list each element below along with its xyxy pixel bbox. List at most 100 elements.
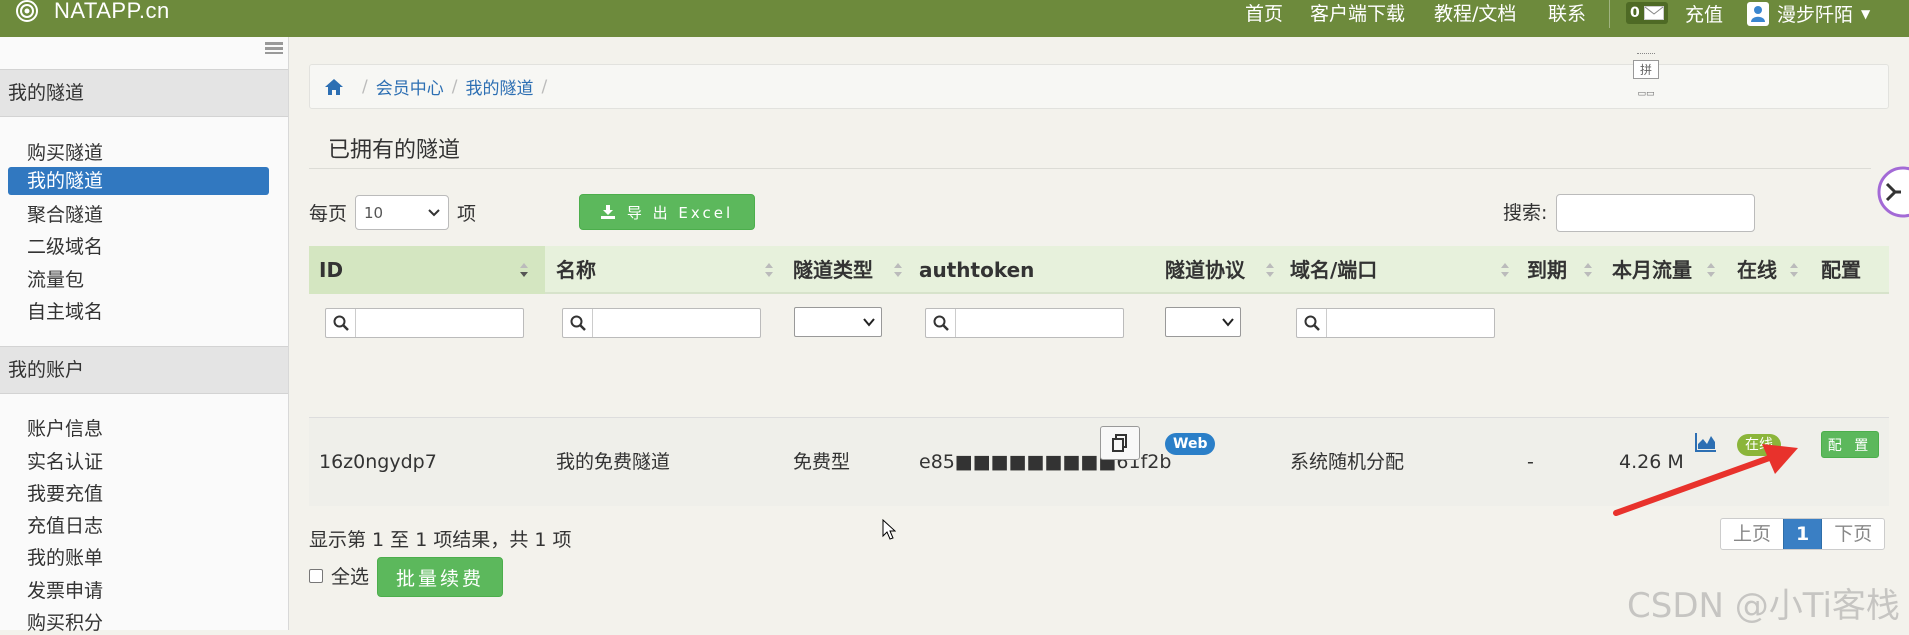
cell-type: 免费型 [793,451,851,473]
chevron-down-icon [1222,318,1234,327]
nav-home[interactable]: 首页 [1245,0,1283,25]
column-header-authtoken-label: authtoken [919,258,1035,282]
filter-type-select[interactable] [794,307,882,337]
column-header-name-label: 名称 [556,258,596,282]
filter-domain-input[interactable] [1296,308,1495,338]
column-header-type-label: 隧道类型 [793,258,873,282]
sidebar-item-account-info[interactable]: 账户信息 [27,414,103,441]
per-page-prefix: 每页 [309,203,348,225]
logo-text: NATAPP.cn [54,0,170,23]
column-header-config-label: 配置 [1821,258,1861,282]
sidebar-item-buy-points[interactable]: 购买积分 [27,608,103,635]
config-button[interactable]: 配 置 [1821,431,1879,458]
nav-client-download-label: 客户端下载 [1310,2,1406,25]
page-1-button[interactable]: 1 [1783,519,1823,549]
pinyin-tool[interactable]: 拼 ▭▭ [1633,53,1659,105]
column-header-online[interactable]: 在线 [1737,246,1807,294]
search-icon [326,309,356,337]
sidebar-item-subdomain[interactable]: 二级域名 [27,232,103,259]
nav-contact[interactable]: 联系 [1548,0,1586,25]
sort-icon [1266,263,1274,277]
column-header-domain[interactable]: 域名/端口 [1290,246,1520,294]
column-header-online-label: 在线 [1737,258,1777,282]
chevron-down-icon [863,318,875,327]
batch-renew-button[interactable]: 批量续费 [377,557,503,597]
column-header-domain-label: 域名/端口 [1290,258,1378,282]
column-header-expire[interactable]: 到期 [1527,246,1603,294]
sidebar-section-account[interactable]: 我的账户 [0,346,288,394]
sidebar-item-buy-tunnel[interactable]: 购买隧道 [27,138,103,165]
prev-page-button[interactable]: 上页 [1721,519,1783,549]
search-icon [926,309,956,337]
table-info: 显示第 1 至 1 项结果，共 1 项 [309,529,572,551]
sort-icon [1707,263,1715,277]
select-all-checkbox[interactable] [309,568,323,583]
breadcrumb-divider: / [451,76,458,97]
recharge-link[interactable]: 充值 [1685,0,1723,27]
filter-authtoken-input[interactable] [925,308,1124,338]
search-icon [1297,309,1327,337]
sidebar-item-verification[interactable]: 实名认证 [27,447,103,474]
column-header-traffic[interactable]: 本月流量 [1612,246,1722,294]
cell-expire: - [1527,451,1534,473]
column-header-id[interactable]: ID [309,246,545,294]
collapse-menu-icon[interactable] [265,41,283,55]
user-icon [1747,1,1769,26]
sidebar-item-recharge[interactable]: 我要充值 [27,479,103,506]
user-menu[interactable]: 漫步阡陌 ▼ [1747,0,1870,27]
sidebar-item-bills[interactable]: 我的账单 [27,543,103,570]
filter-protocol-select[interactable] [1165,307,1241,337]
export-excel-label: 导 出 Excel [626,203,734,222]
sidebar-item-recharge-log[interactable]: 充值日志 [27,511,103,538]
sidebar-item-invoice[interactable]: 发票申请 [27,576,103,603]
per-page-select[interactable]: 10 [355,195,450,230]
column-header-authtoken[interactable]: authtoken [919,246,1159,294]
search-label: 搜索: [1503,202,1548,224]
floating-assistant-icon[interactable] [1875,166,1909,218]
sort-icon [1790,263,1798,277]
envelope-icon [1643,6,1664,20]
sidebar-item-aggregate-tunnel[interactable]: 聚合隧道 [27,200,103,227]
sidebar-item-custom-domain[interactable]: 自主域名 [27,297,103,324]
breadcrumb-member-center[interactable]: 会员中心 [376,74,444,99]
chevron-down-icon [428,208,440,216]
column-header-type[interactable]: 隧道类型 [793,246,913,294]
protocol-badge: Web [1165,433,1216,455]
message-button[interactable]: 0 [1626,2,1668,24]
sidebar-section-tunnels[interactable]: 我的隧道 [0,69,288,117]
page-title: 已拥有的隧道 [328,138,461,163]
copy-icon [1112,434,1127,452]
column-header-protocol[interactable]: 隧道协议 [1165,246,1283,294]
breadcrumb-my-tunnel[interactable]: 我的隧道 [465,74,533,99]
export-excel-button[interactable]: 导 出 Excel [579,194,755,230]
filter-id-input[interactable] [325,308,524,338]
logo-icon [16,0,38,22]
copy-authtoken-button[interactable] [1100,426,1140,460]
logo[interactable]: NATAPP.cn [10,0,170,23]
nav-client-download[interactable]: 客户端下载 [1310,0,1406,25]
per-page-suffix: 项 [457,203,477,225]
select-all-label: 全选 [331,566,370,588]
home-icon[interactable] [324,78,344,96]
sidebar-item-traffic-pack[interactable]: 流量包 [27,265,84,292]
pinyin-sub-icon: ▭▭ [1637,89,1655,99]
next-page-button[interactable]: 下页 [1822,519,1884,549]
column-header-id-label: ID [319,258,344,282]
nav-docs-label: 教程/文档 [1434,2,1517,25]
select-all[interactable]: 全选 [309,562,369,589]
sidebar-item-my-tunnel[interactable]: 我的隧道 [8,167,269,195]
search-input[interactable] [1556,194,1755,232]
table-header: ID 名称 隧道类型 authtoken 隧道协议 域名/端口 到期 本月流量 … [309,246,1889,294]
filter-name-input[interactable] [562,308,761,338]
title-divider [309,168,1871,169]
username: 漫步阡陌 [1777,4,1854,26]
sort-desc-icon [520,263,528,277]
breadcrumb-divider: / [362,76,368,97]
nav-divider [1609,0,1610,28]
per-page-control: 每页 10 项 [309,195,476,230]
watermark: CSDN @小Ti客栈 [1627,586,1900,626]
column-header-name[interactable]: 名称 [556,246,786,294]
message-count: 0 [1630,5,1640,21]
nav-docs[interactable]: 教程/文档 [1434,0,1517,25]
breadcrumb-divider: / [541,76,548,97]
